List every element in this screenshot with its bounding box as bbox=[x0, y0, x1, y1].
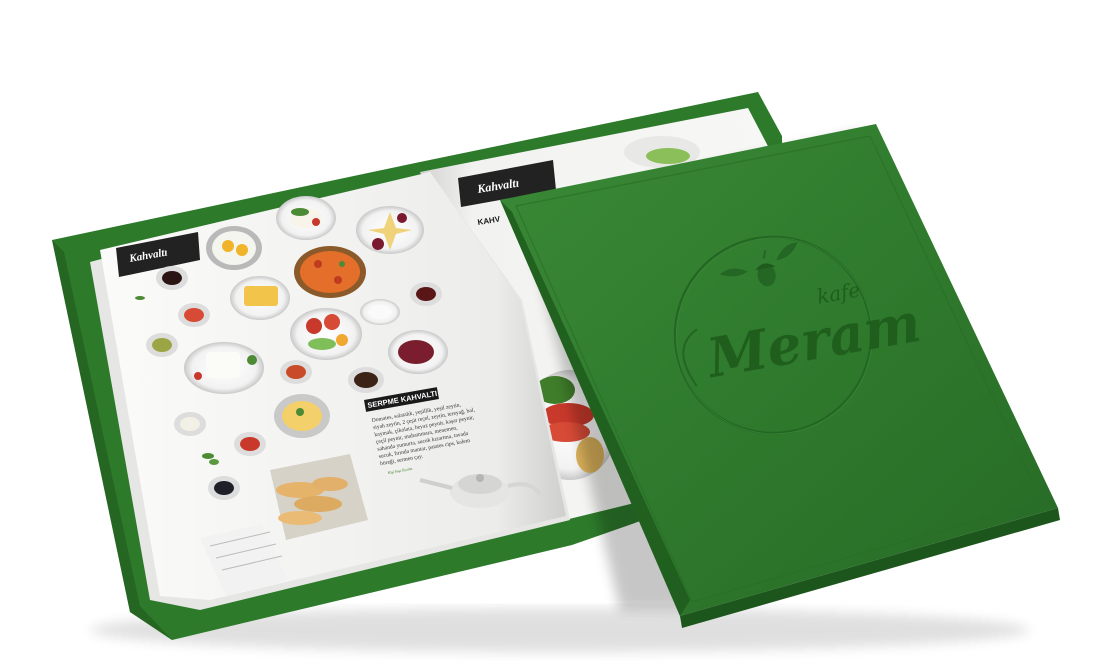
fries-plate bbox=[230, 276, 290, 320]
egg-bowl bbox=[274, 394, 330, 438]
menemen-pan bbox=[294, 246, 366, 298]
olive-dish bbox=[388, 330, 448, 374]
fried-eggs-pan bbox=[206, 226, 262, 270]
vegetable-plate bbox=[290, 308, 362, 360]
menu-mockup-scene: Kahvaltı KAHV Kahvaltı SERPME KAHVALTI D… bbox=[52, 92, 1060, 652]
herb-plate bbox=[276, 196, 336, 240]
cheese-plate bbox=[356, 206, 424, 254]
white-cheese-plate bbox=[184, 342, 264, 394]
